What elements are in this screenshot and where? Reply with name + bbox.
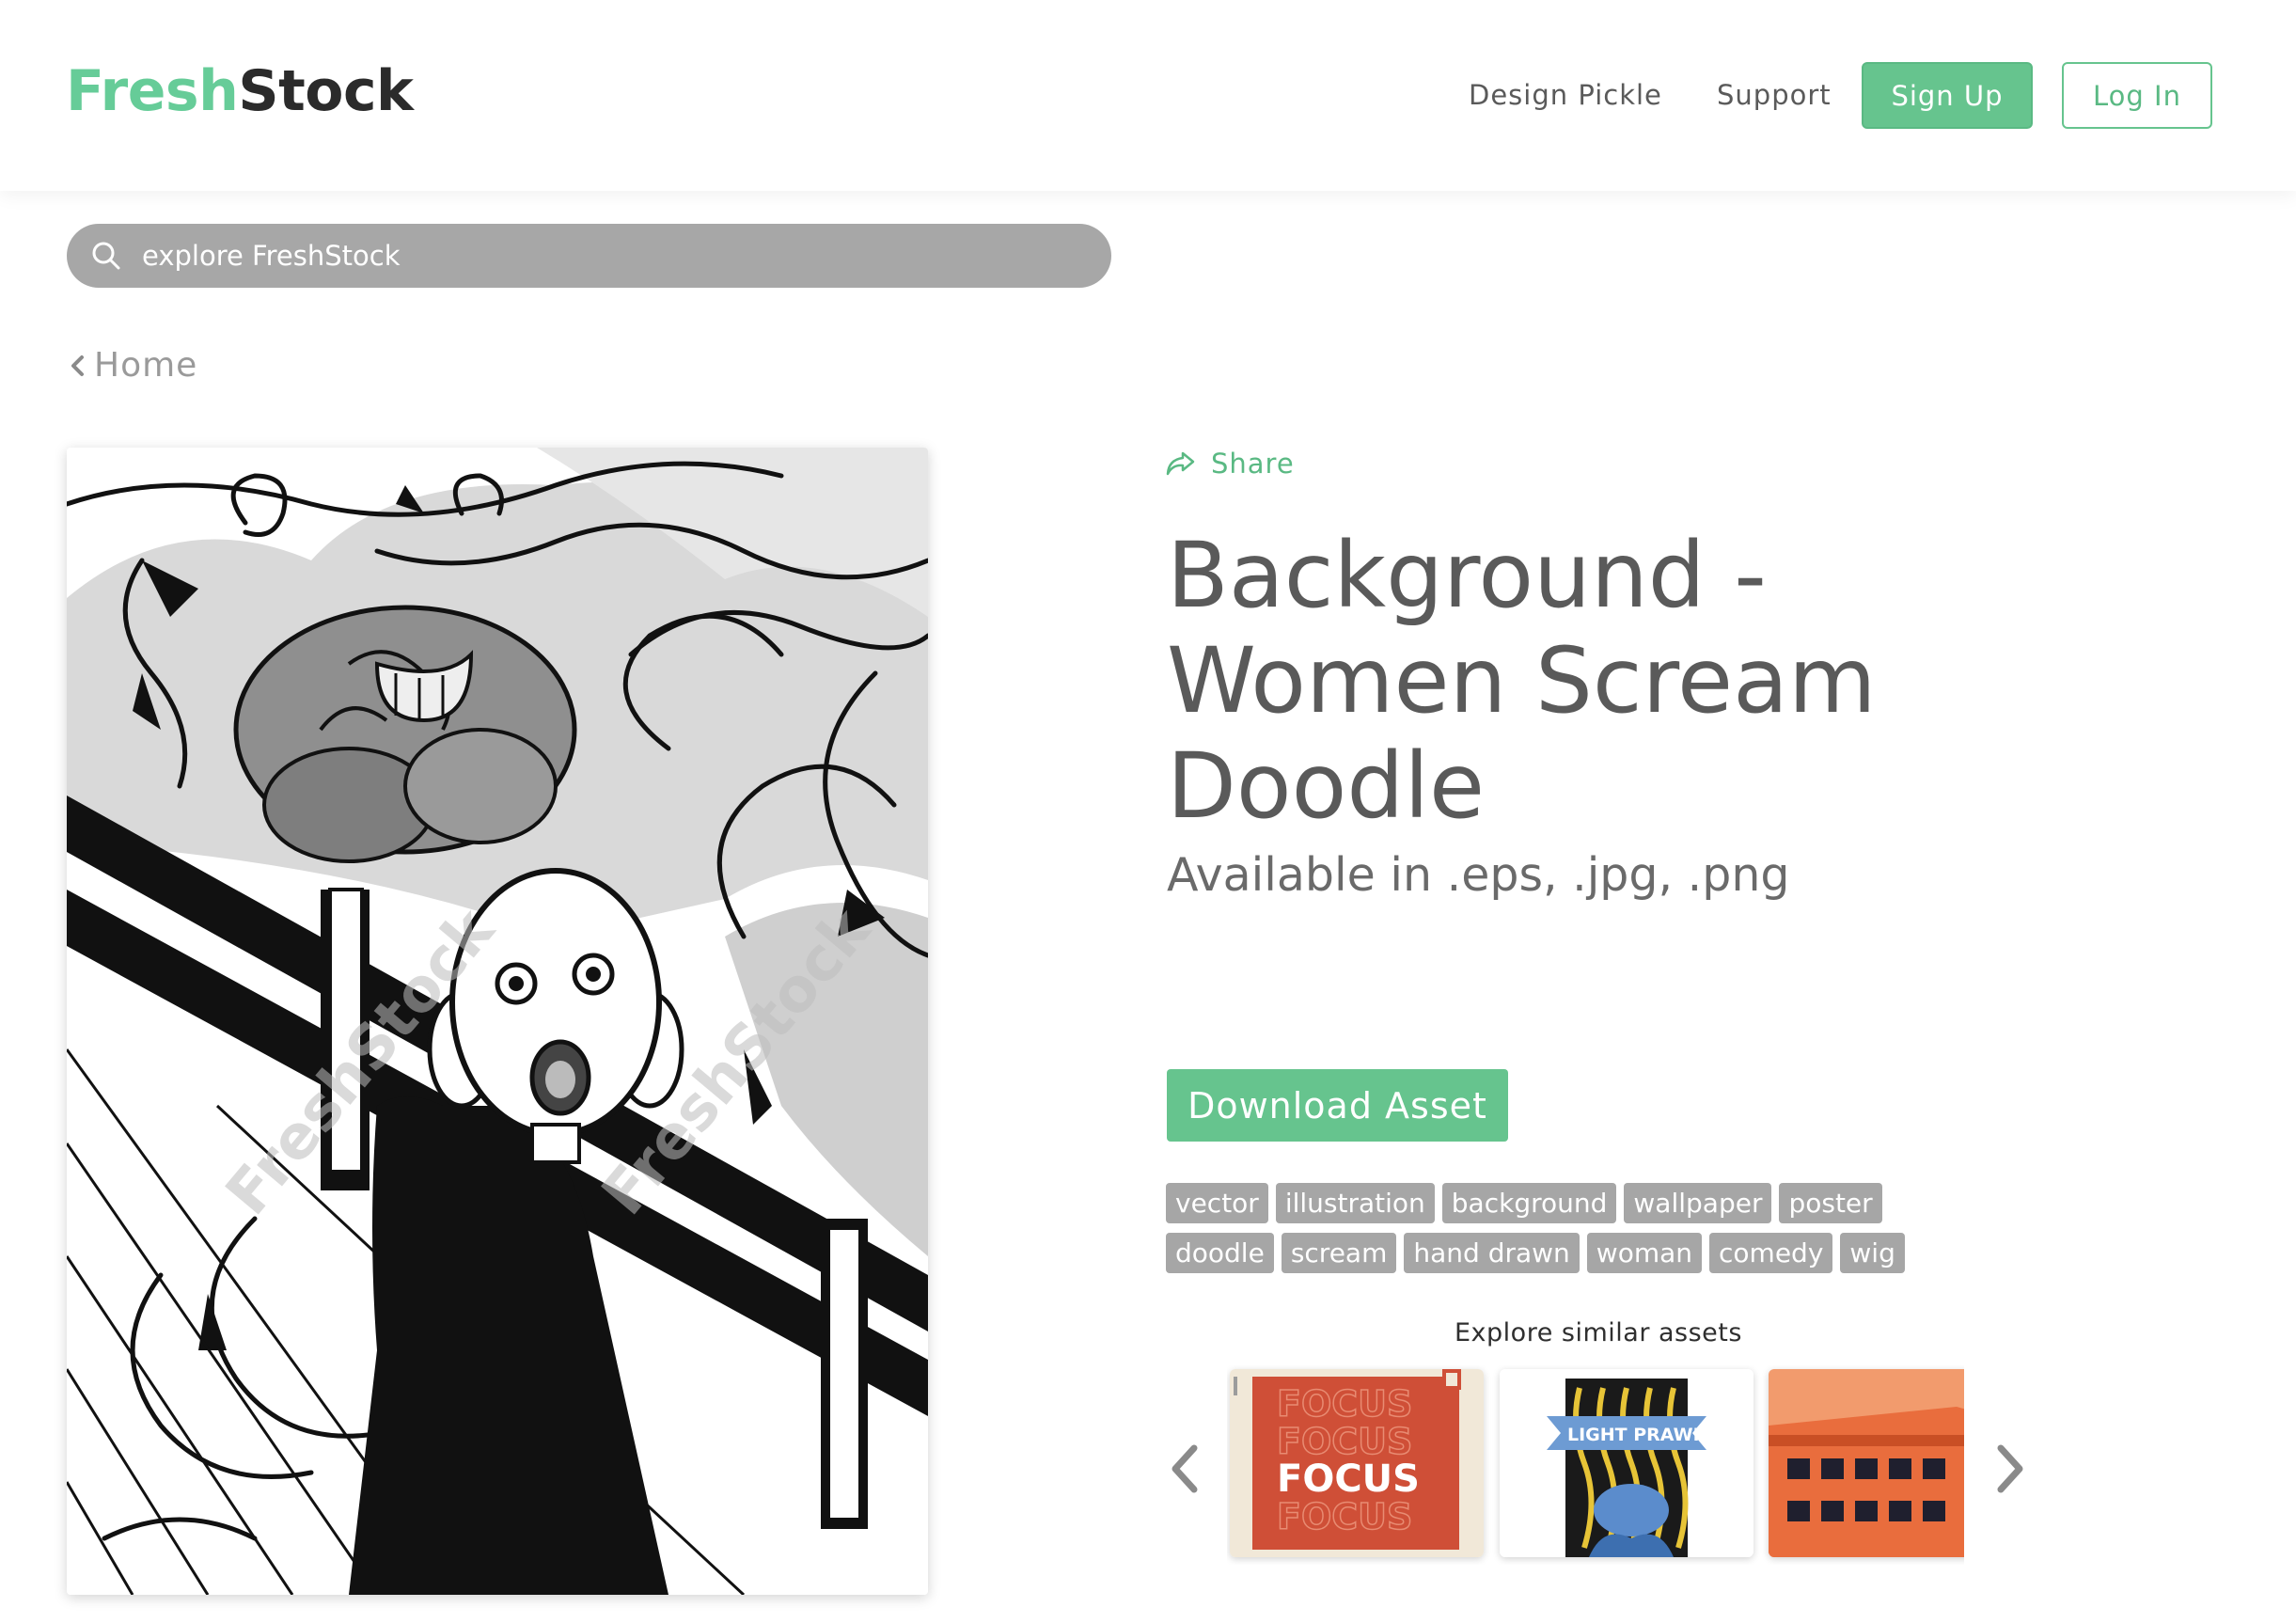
breadcrumb-label: Home bbox=[94, 346, 198, 385]
light-prawn-text: LIGHT PRAWN bbox=[1567, 1425, 1708, 1445]
asset-title: Background - Women Scream Doodle bbox=[1167, 523, 1877, 839]
tag-vector[interactable]: vector bbox=[1166, 1183, 1268, 1223]
tag-scream[interactable]: scream bbox=[1281, 1233, 1397, 1273]
log-in-button[interactable]: Log In bbox=[2062, 62, 2212, 129]
carousel-prev-chevron-left-icon[interactable] bbox=[1166, 1441, 1203, 1497]
search-bar[interactable] bbox=[67, 224, 1111, 288]
scream-doodle-illustration: FreshStock FreshStock bbox=[67, 448, 928, 1595]
carousel-next-chevron-right-icon[interactable] bbox=[1991, 1441, 2029, 1497]
available-formats: Available in .eps, .jpg, .png bbox=[1167, 848, 1790, 902]
similar-asset-building-illustration[interactable] bbox=[1769, 1369, 1964, 1557]
tag-doodle[interactable]: doodle bbox=[1166, 1233, 1274, 1273]
tag-background[interactable]: background bbox=[1441, 1183, 1617, 1223]
chevron-left-icon bbox=[71, 355, 84, 376]
download-asset-button[interactable]: Download Asset bbox=[1167, 1069, 1508, 1142]
logo-stock-text: Stock bbox=[238, 58, 414, 124]
site-header: FreshStock Design Pickle Support Sign Up… bbox=[0, 0, 2296, 191]
tag-comedy[interactable]: comedy bbox=[1709, 1233, 1833, 1273]
nav-design-pickle-link[interactable]: Design Pickle bbox=[1469, 79, 1662, 111]
similar-assets-carousel: FOCUS FOCUS FOCUS FOCUS LIGHT PRAWN bbox=[1227, 1365, 1964, 1565]
share-button[interactable]: Share bbox=[1164, 448, 1295, 480]
similar-assets-title: Explore similar assets bbox=[1455, 1318, 1742, 1347]
tag-wig[interactable]: wig bbox=[1840, 1233, 1905, 1273]
building-thumbnail bbox=[1769, 1369, 1964, 1557]
focus-text: FOCUS bbox=[1277, 1458, 1420, 1501]
nav-support-link[interactable]: Support bbox=[1717, 79, 1832, 111]
light-prawn-thumbnail: LIGHT PRAWN bbox=[1500, 1369, 1753, 1557]
share-label: Share bbox=[1211, 448, 1295, 480]
search-icon bbox=[92, 242, 120, 270]
tag-poster[interactable]: poster bbox=[1779, 1183, 1882, 1223]
share-arrow-icon bbox=[1166, 451, 1195, 476]
tag-list: vector illustration background wallpaper… bbox=[1166, 1183, 1974, 1273]
tag-woman[interactable]: woman bbox=[1586, 1233, 1703, 1273]
tag-wallpaper[interactable]: wallpaper bbox=[1624, 1183, 1772, 1223]
asset-preview-image[interactable]: FreshStock FreshStock bbox=[67, 448, 928, 1595]
search-input[interactable] bbox=[142, 224, 1082, 288]
focus-poster-thumbnail: FOCUS FOCUS FOCUS FOCUS bbox=[1230, 1369, 1484, 1557]
similar-asset-focus-poster[interactable]: FOCUS FOCUS FOCUS FOCUS bbox=[1230, 1369, 1484, 1557]
tag-hand-drawn[interactable]: hand drawn bbox=[1404, 1233, 1580, 1273]
tag-illustration[interactable]: illustration bbox=[1275, 1183, 1435, 1223]
focus-text-outline-3: FOCUS bbox=[1277, 1496, 1412, 1537]
focus-text-outline-1: FOCUS bbox=[1277, 1383, 1412, 1425]
logo-fresh-text: Fresh bbox=[66, 58, 239, 124]
freshstock-logo[interactable]: FreshStock bbox=[66, 58, 414, 124]
breadcrumb-home-link[interactable]: Home bbox=[68, 346, 197, 385]
sign-up-button[interactable]: Sign Up bbox=[1862, 62, 2033, 129]
focus-text-outline-2: FOCUS bbox=[1277, 1421, 1412, 1462]
similar-asset-light-prawn-poster[interactable]: LIGHT PRAWN bbox=[1500, 1369, 1753, 1557]
